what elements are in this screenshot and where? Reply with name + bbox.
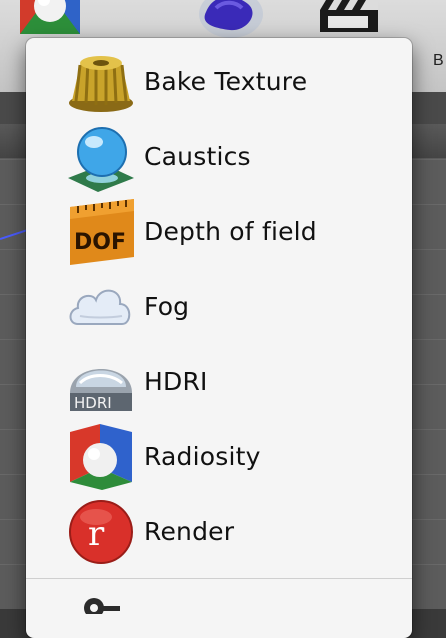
menu-item-label: Render [144,517,235,546]
sculpt-blob-icon[interactable] [196,0,266,40]
menu-item-label: Fog [144,292,190,321]
bundt-cake-icon [66,47,136,117]
clapperboard-icon[interactable] [318,0,382,38]
menu-item-render[interactable]: r Render [26,494,412,569]
menu-item-bake-texture[interactable]: Bake Texture [26,44,412,119]
menu-item-label: Radiosity [144,442,261,471]
material-sphere-icon[interactable] [16,0,84,40]
render-plugins-menu: Bake Texture Caustics DOF Depth of field [26,38,412,638]
svg-text:HDRI: HDRI [74,394,112,412]
svg-text:r: r [88,514,105,554]
menu-item-fog[interactable]: Fog [26,269,412,344]
toolbar-partial-label[interactable]: B [433,52,444,70]
menu-item-label: Depth of field [144,217,317,246]
key-icon[interactable] [82,594,122,618]
menu-item-depth-of-field[interactable]: DOF Depth of field [26,194,412,269]
menu-item-hdri[interactable]: HDRI HDRI [26,344,412,419]
menu-item-label: Bake Texture [144,67,308,96]
render-r-icon: r [66,497,136,567]
menu-item-radiosity[interactable]: Radiosity [26,419,412,494]
glass-sphere-icon [66,122,136,192]
menu-item-label: Caustics [144,142,251,171]
menu-separator [26,578,412,579]
hdri-dome-icon: HDRI [66,347,136,417]
svg-text:DOF: DOF [74,230,126,255]
radiosity-cube-icon [66,422,136,492]
menu-item-caustics[interactable]: Caustics [26,119,412,194]
menu-item-label: HDRI [144,367,208,396]
dof-ruler-icon: DOF [66,197,136,267]
cloud-icon [66,272,136,342]
